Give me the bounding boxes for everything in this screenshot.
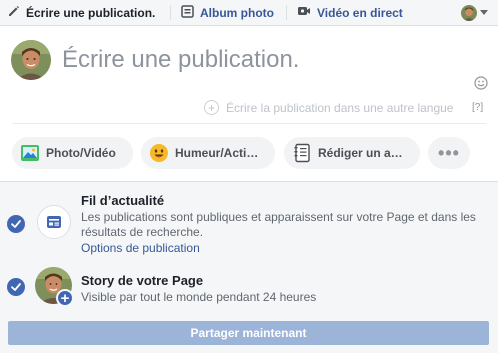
- share-now-button[interactable]: Partager maintenant: [8, 321, 489, 345]
- feeling-activity-button[interactable]: Humeur/Acti…: [141, 137, 275, 169]
- tab-photo-album[interactable]: Album photo: [181, 0, 274, 25]
- translate-post-link[interactable]: + Écrire la publication dans une autre l…: [204, 100, 453, 115]
- tab-live-video[interactable]: Vidéo en direct: [297, 0, 403, 25]
- translate-label: Écrire la publication dans une autre lan…: [226, 100, 454, 115]
- pencil-icon: [8, 5, 20, 20]
- photo-video-label: Photo/Vidéo: [46, 146, 116, 160]
- feeling-activity-label: Humeur/Acti…: [175, 146, 259, 160]
- write-note-button[interactable]: Rédiger un a…: [284, 137, 420, 169]
- publishing-options-link[interactable]: Options de publication: [81, 241, 200, 255]
- photo-icon: [20, 143, 40, 163]
- feed-description: Les publications sont publiques et appar…: [81, 210, 476, 239]
- more-options-button[interactable]: •••: [428, 137, 470, 169]
- notebook-icon: [292, 143, 312, 163]
- post-text-input[interactable]: Écrire une publication.: [62, 46, 299, 74]
- user-avatar: [11, 40, 51, 80]
- photo-video-button[interactable]: Photo/Vidéo: [12, 137, 133, 169]
- story-checkbox[interactable]: [7, 278, 25, 296]
- feed-title: Fil d’actualité: [81, 193, 165, 208]
- emoji-icon[interactable]: [474, 76, 488, 90]
- tab-album-label: Album photo: [200, 5, 274, 20]
- tab-write-label: Écrire une publication.: [26, 5, 156, 20]
- story-description: Visible par tout le monde pendant 24 heu…: [81, 290, 317, 304]
- chevron-down-icon[interactable]: [480, 10, 488, 15]
- add-story-plus-icon: +: [56, 289, 74, 307]
- help-link[interactable]: [?]: [472, 102, 483, 113]
- video-camera-icon: [297, 5, 311, 20]
- checkmark-icon: [11, 283, 21, 291]
- news-feed-icon: [37, 205, 71, 239]
- composer-divider: [12, 123, 486, 124]
- page-avatar[interactable]: [461, 5, 477, 21]
- tab-divider: [286, 5, 287, 20]
- tab-live-label: Vidéo en direct: [317, 5, 403, 20]
- tab-write-post[interactable]: Écrire une publication.: [8, 0, 155, 25]
- composer-tab-bar: Écrire une publication. Album photo Vidé…: [0, 0, 498, 26]
- photo-album-icon: [181, 4, 194, 21]
- more-dots-icon: •••: [438, 142, 460, 163]
- smiley-icon: [149, 143, 169, 163]
- feed-checkbox[interactable]: [7, 215, 25, 233]
- checkmark-icon: [11, 220, 21, 228]
- story-title: Story de votre Page: [81, 273, 204, 288]
- tab-divider: [170, 5, 171, 20]
- write-note-label: Rédiger un a…: [318, 146, 403, 160]
- plus-circle-icon: +: [204, 100, 219, 115]
